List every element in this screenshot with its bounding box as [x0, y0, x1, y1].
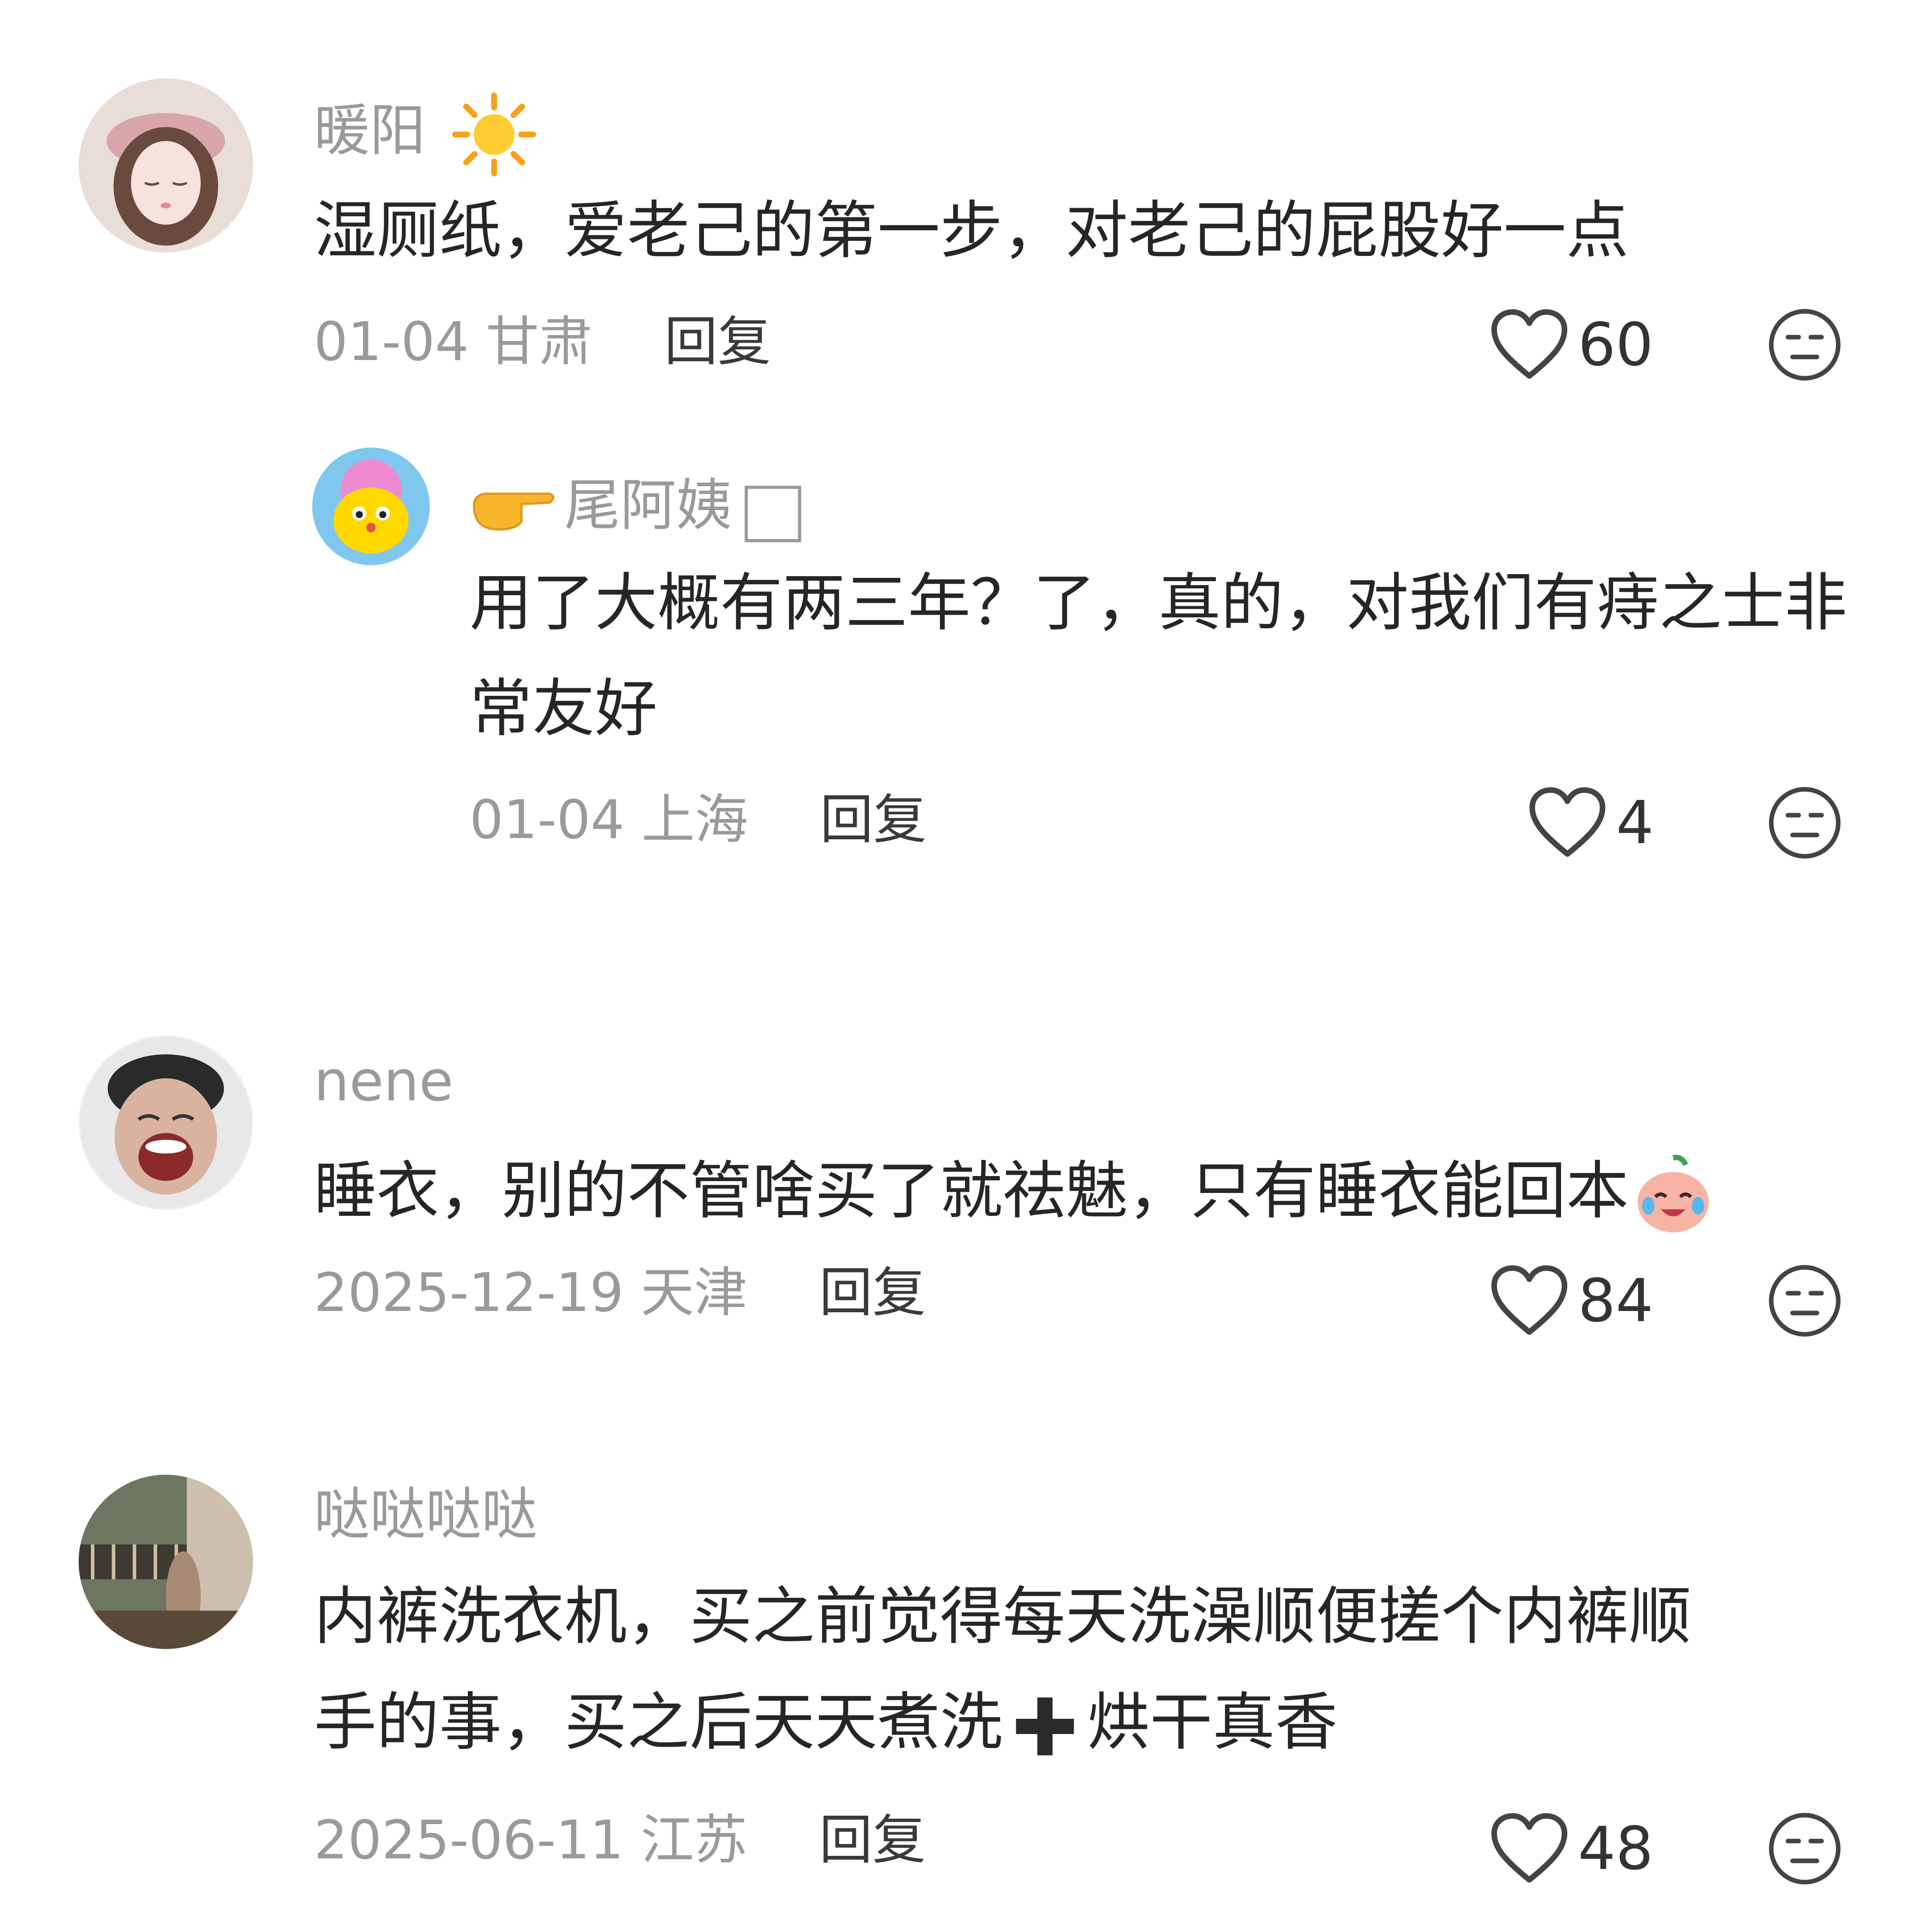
- like-button[interactable]: 84: [1489, 1259, 1653, 1343]
- reply-button[interactable]: 回复: [664, 311, 771, 373]
- comment-location: 甘肃: [486, 311, 593, 373]
- like-count: 60: [1578, 310, 1654, 379]
- crying-laughing-peach-icon: [1629, 1151, 1718, 1239]
- unamused-face-icon: [1769, 309, 1841, 381]
- unamused-face-icon: [1769, 1265, 1841, 1337]
- comment-text: 用了大概有两三年？了，真的，对我们有痔之士非常友好: [470, 566, 1847, 745]
- like-button[interactable]: 4: [1527, 780, 1654, 865]
- comment-meta: 01-04 上海 回复: [470, 786, 926, 854]
- comment-text: 睡衣，别的不管啥买了就祛魅，只有睡衣能回本: [314, 1138, 1879, 1244]
- sun-icon: [452, 92, 536, 177]
- heart-outline-icon: [1491, 309, 1567, 379]
- avatar[interactable]: [79, 1475, 253, 1649]
- like-count: 4: [1616, 788, 1654, 857]
- comment-meta: 2025-06-11 江苏 回复: [314, 1806, 926, 1874]
- plus-icon: [1007, 1688, 1083, 1764]
- dislike-button[interactable]: [1767, 307, 1843, 383]
- comment-meta: 2025-12-19 天津 回复: [314, 1259, 926, 1327]
- dislike-button[interactable]: [1767, 1811, 1843, 1887]
- avatar[interactable]: [79, 1036, 253, 1210]
- like-button[interactable]: 48: [1489, 1806, 1653, 1891]
- heart-outline-icon: [1491, 1265, 1567, 1335]
- username[interactable]: nene: [314, 1047, 454, 1115]
- avatar[interactable]: [79, 78, 253, 253]
- comment-date: 01-04: [470, 789, 625, 851]
- unamused-face-icon: [1769, 787, 1841, 859]
- like-button[interactable]: 60: [1489, 302, 1653, 387]
- reply-button[interactable]: 回复: [819, 1809, 926, 1871]
- unamused-face-icon: [1769, 1813, 1841, 1885]
- heart-outline-icon: [1491, 1813, 1567, 1883]
- comment-date: 2025-06-11: [314, 1809, 624, 1871]
- heart-outline-icon: [1529, 787, 1605, 857]
- empty-box-icon: [741, 482, 805, 546]
- comment-location: 江苏: [640, 1809, 748, 1871]
- comment-meta: 01-04 甘肃 回复: [314, 308, 771, 376]
- reply-button[interactable]: 回复: [819, 1261, 926, 1324]
- like-count: 48: [1578, 1814, 1654, 1883]
- like-count: 84: [1578, 1266, 1654, 1336]
- comment-date: 01-04: [314, 311, 469, 373]
- pointing-hand-icon: [470, 476, 558, 535]
- reply-button[interactable]: 回复: [820, 789, 926, 851]
- comment-location: 天津: [640, 1261, 748, 1324]
- username[interactable]: 哒哒哒哒: [314, 1481, 537, 1548]
- username[interactable]: 暖阳: [314, 92, 536, 177]
- username[interactable]: 尾阿姨: [470, 465, 805, 546]
- comment-text: 湿厕纸，爱老己的第一步，对老己的屁股好一点: [314, 194, 1629, 267]
- avatar[interactable]: [312, 448, 430, 565]
- dislike-button[interactable]: [1767, 1263, 1843, 1339]
- comment-location: 上海: [641, 789, 748, 851]
- comment-text: 内裤洗衣机，买之前觉得每天洗澡顺便搓个内裤顺 手的事，买之后天天煮洗 烘干真香: [314, 1564, 1879, 1775]
- comment-date: 2025-12-19: [314, 1261, 624, 1324]
- dislike-button[interactable]: [1767, 785, 1843, 861]
